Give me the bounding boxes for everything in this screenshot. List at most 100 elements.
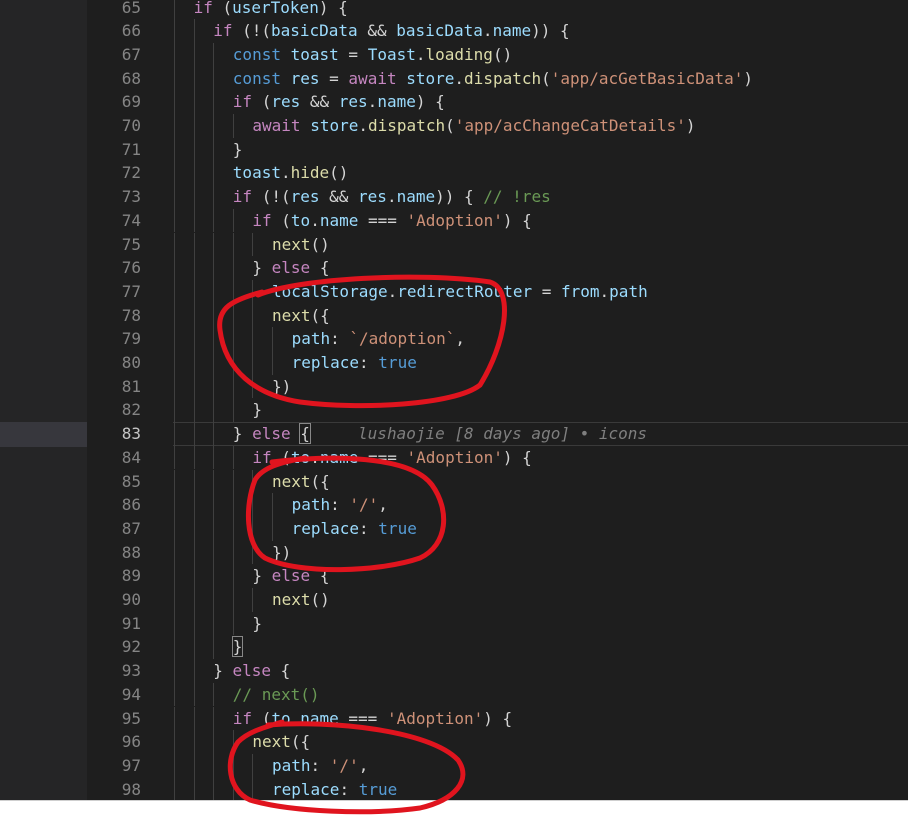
indent-guide (252, 469, 254, 494)
code-token: path (291, 329, 331, 349)
code-token: } (231, 636, 244, 658)
code-line[interactable]: 98 replace: true (87, 777, 908, 800)
indent-guide (174, 114, 175, 138)
line-number: 78 (121, 305, 141, 325)
indent-guide (213, 374, 215, 399)
indent-guide (174, 137, 175, 162)
line-number: 94 (121, 684, 141, 704)
code-token: if (252, 447, 272, 467)
indent-guide (174, 327, 175, 351)
code-line[interactable]: 89} else { (87, 564, 908, 588)
bottom-bar (0, 800, 908, 820)
code-editor[interactable]: 65 if (userToken) {66 if (!(basicData && b… (87, 0, 908, 800)
code-line[interactable]: 72 toast.hide() (87, 161, 908, 186)
code-text: } (252, 612, 262, 636)
code-token: === (358, 210, 407, 230)
code-token: path (609, 281, 648, 301)
code-line[interactable]: 97 path: '/', (87, 753, 908, 778)
code-line[interactable]: 93} else { (87, 659, 908, 683)
indent-guide (174, 208, 175, 233)
code-token: ( (212, 0, 233, 17)
code-line[interactable]: 86 path: '/', (87, 493, 908, 517)
code-line[interactable]: 88}) (87, 540, 908, 565)
code-line[interactable]: 75 next() (87, 232, 908, 257)
code-line[interactable]: 90 next() (87, 588, 908, 612)
indent-guide (232, 256, 234, 280)
code-line[interactable]: 81}) (87, 374, 908, 399)
code-token: toast (290, 44, 339, 64)
code-token: ) { (318, 0, 348, 17)
indent-guide (174, 777, 175, 800)
code-token: . (386, 187, 397, 207)
code-token: if (252, 210, 272, 230)
code-line[interactable]: 74 if (to.name === 'Adoption') { (87, 208, 908, 233)
indent-guide (174, 90, 175, 114)
indent-guide (193, 422, 195, 446)
code-token: } (232, 424, 253, 444)
code-line[interactable]: 94 // next() (87, 682, 908, 707)
line-number: 69 (121, 92, 141, 112)
indent-guide (174, 564, 175, 588)
code-line[interactable]: 83} else { lushaojie [8 days ago] • icon… (87, 422, 908, 446)
code-text: if (to.name === 'Adoption') { (233, 707, 512, 731)
code-token: ( (271, 447, 291, 467)
code-token: if (232, 187, 253, 207)
line-number: 75 (121, 234, 141, 254)
indent-guide (252, 351, 254, 375)
code-line[interactable]: 87 replace: true (87, 516, 908, 541)
code-line[interactable]: 96 next({ (87, 730, 908, 754)
code-line[interactable]: 85 next({ (87, 469, 908, 494)
code-line[interactable]: 67 const toast = Toast.loading() (87, 42, 908, 67)
indent-guide (174, 185, 175, 209)
indent-guide (174, 445, 175, 470)
indent-guide (232, 469, 234, 494)
code-line[interactable]: 71} (87, 137, 908, 162)
code-line[interactable]: 66 if (!(basicData && basicData.name)) { (87, 19, 908, 43)
code-token: await (252, 116, 301, 135)
indent-guide (213, 161, 215, 186)
code-text: toast.hide() (233, 161, 349, 185)
code-line[interactable]: 78 next({ (87, 303, 908, 328)
code-token: , (358, 755, 369, 775)
indent-guide (193, 208, 195, 233)
code-token: (!( (252, 187, 291, 207)
indent-guide (232, 208, 234, 233)
code-line[interactable]: 84 if (to.name === 'Adoption') { (87, 445, 908, 470)
indent-guide (232, 588, 234, 612)
code-token: path (272, 755, 311, 775)
indent-guide (174, 753, 175, 778)
code-token: res (290, 68, 320, 88)
indent-guide (213, 777, 215, 800)
line-number: 91 (121, 613, 141, 633)
code-line[interactable]: 76} else { (87, 256, 908, 280)
indent-guide (232, 611, 234, 636)
code-line[interactable]: 82} (87, 398, 908, 423)
code-line[interactable]: 80 replace: true (87, 351, 908, 375)
code-line[interactable]: 91} (87, 611, 908, 636)
code-line[interactable]: 95 if (to.name === 'Adoption') { (87, 706, 908, 731)
code-token: . (599, 281, 610, 301)
code-token: res (338, 92, 368, 112)
code-text: replace: true (292, 517, 417, 541)
code-token: ( (541, 68, 551, 88)
code-text: replace: true (272, 778, 397, 800)
code-line[interactable]: 77 localStorage.redirectRouter = from.pat… (87, 279, 908, 304)
code-token: const (232, 44, 281, 64)
indent-guide (213, 422, 215, 446)
code-token: . (358, 116, 369, 135)
sidebar-active-row[interactable] (0, 422, 87, 447)
indent-guide (193, 730, 195, 754)
indent-guide (193, 469, 195, 494)
code-line[interactable]: 73 if (!(res && res.name)) { // !res (87, 185, 908, 209)
line-number: 70 (121, 116, 141, 135)
code-token: '/' (349, 495, 379, 515)
indent-guide (174, 66, 175, 91)
code-line[interactable]: 65 if (userToken) { (87, 0, 908, 20)
code-text: } (231, 635, 244, 659)
code-line[interactable]: 79 path: `/adoption`, (87, 327, 908, 351)
code-line[interactable]: 68 const res = await store.dispatch('app/… (87, 66, 908, 91)
code-line[interactable]: 69 if (res && res.name) { (87, 90, 908, 114)
code-line[interactable]: 70 await store.dispatch('app/acChangeCatD… (87, 114, 908, 138)
code-token: name (492, 21, 532, 41)
code-line[interactable]: 92} (87, 635, 908, 660)
